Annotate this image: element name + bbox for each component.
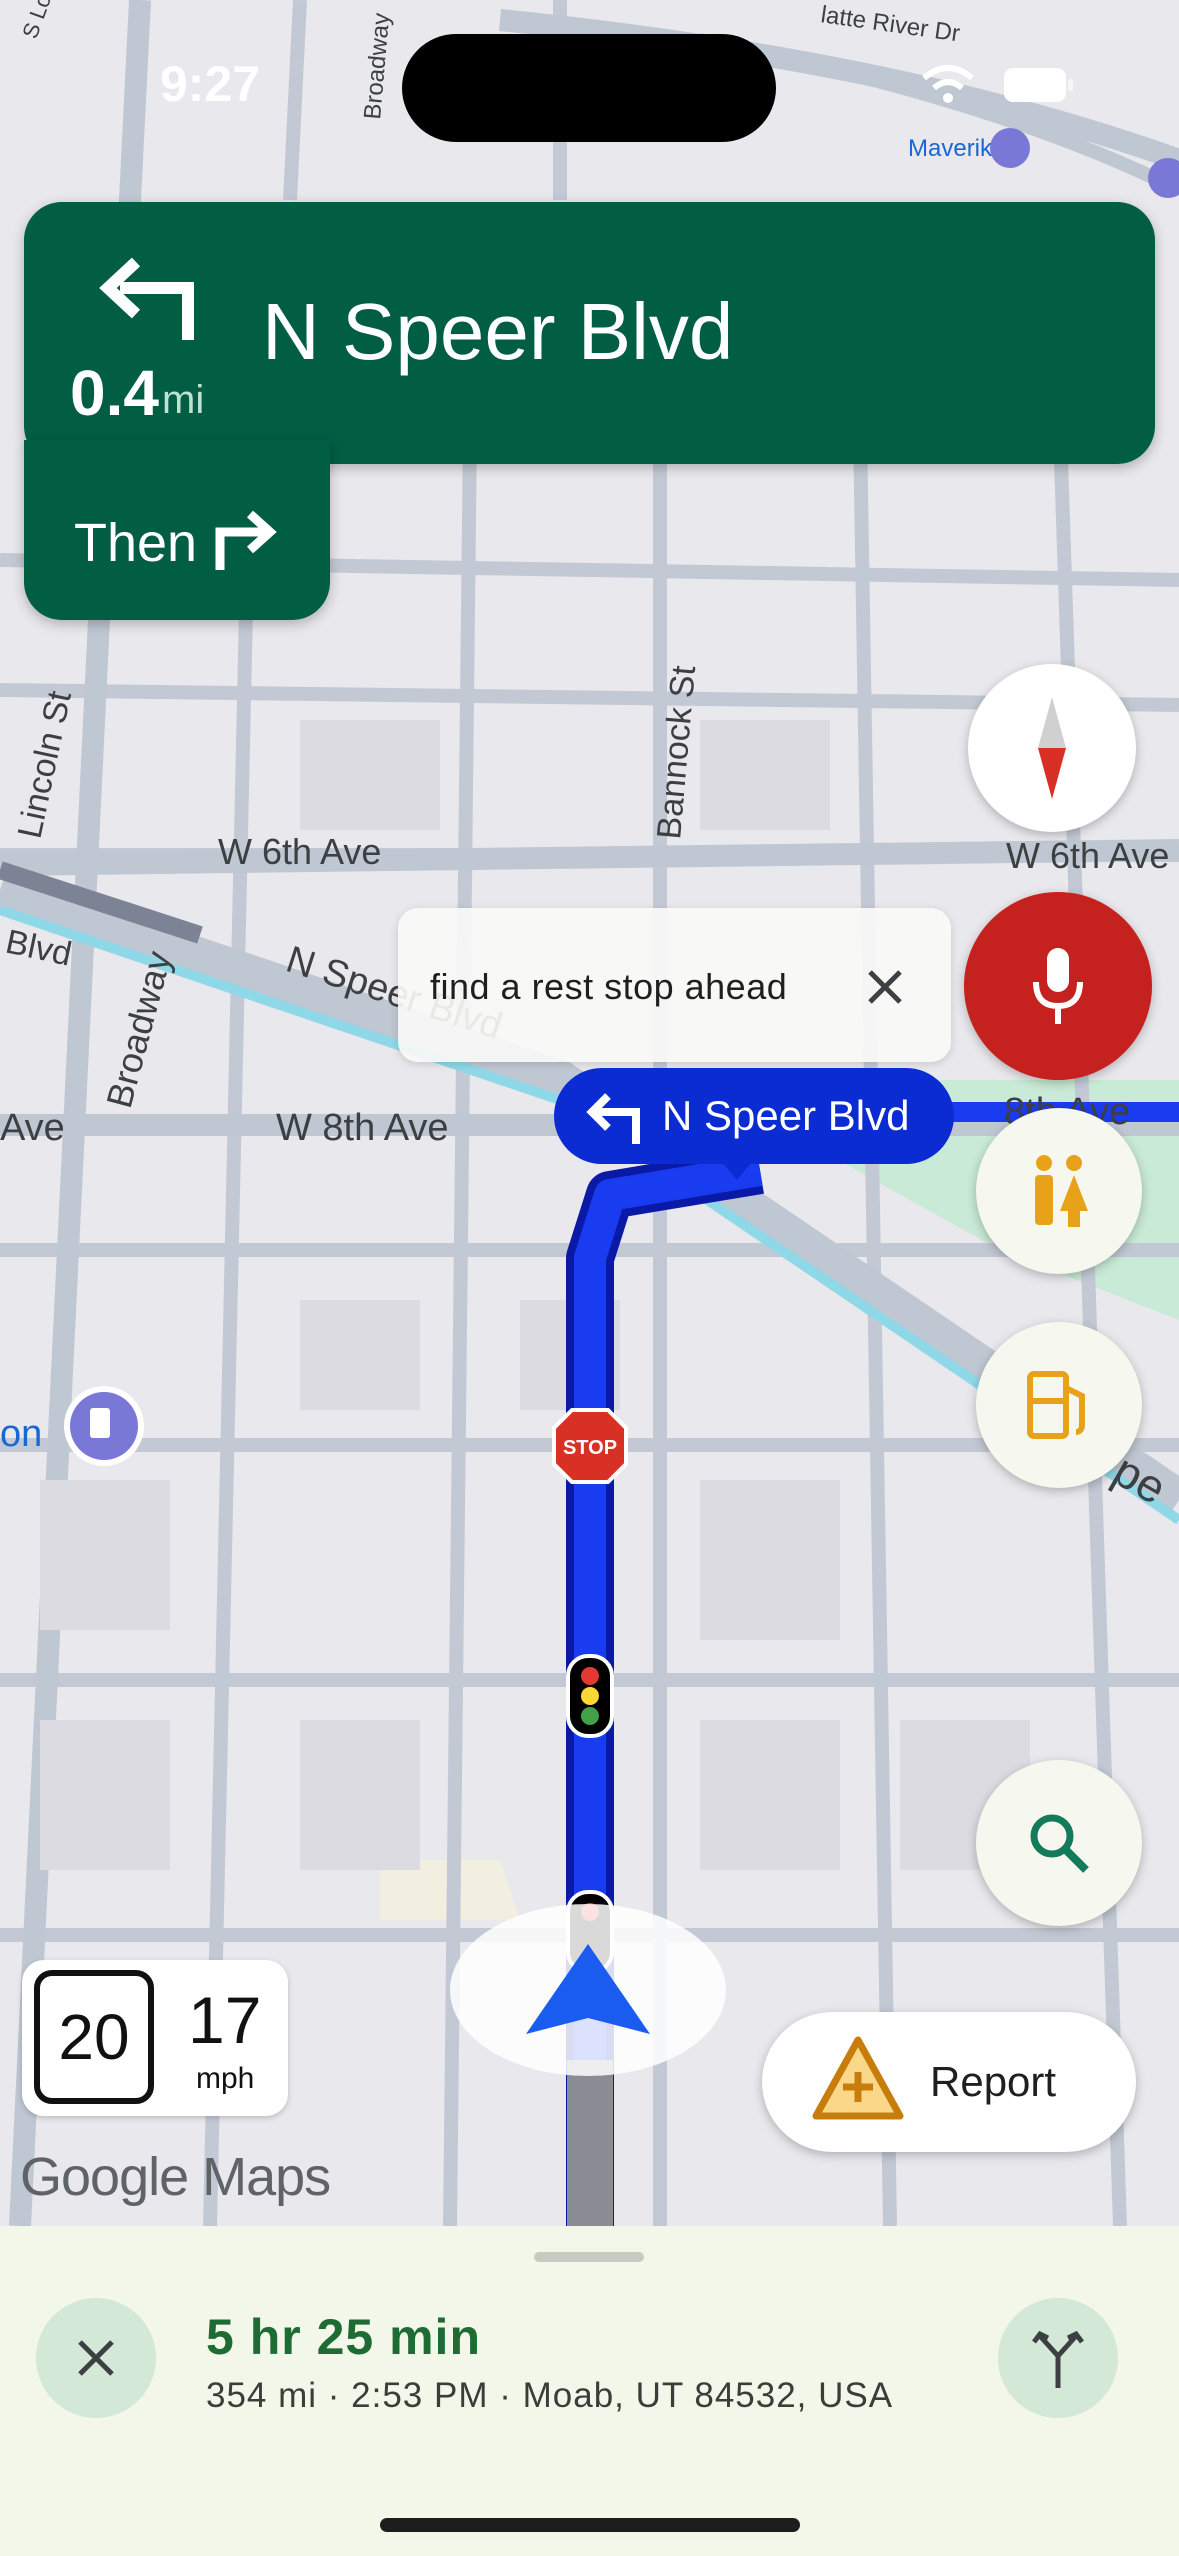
trip-summary: 354 mi · 2:53 PM · Moab, UT 84532, USA (206, 2376, 894, 2415)
turn-distance-unit: mi (162, 378, 205, 422)
map-label-w6th: W 6th Ave (218, 831, 381, 872)
map-label-on: on (0, 1413, 42, 1455)
speed-limit: 20 (34, 1970, 154, 2104)
dynamic-island (402, 34, 776, 142)
route-street-name: N Speer Blvd (662, 1092, 910, 1139)
gas-station-button[interactable] (976, 1322, 1142, 1488)
google-maps-logo: Google Maps (20, 2147, 331, 2207)
map-label-ave: Ave (0, 1107, 65, 1149)
stop-sign-icon: STOP (552, 1408, 628, 1484)
turn-left-icon (90, 244, 200, 349)
speed-unit: mph (196, 2062, 255, 2095)
then-label: Then (74, 513, 198, 573)
current-location-arrow-icon (450, 1904, 726, 2076)
map-label-w6th-east: W 6th Ave (1006, 835, 1169, 876)
svg-text:STOP: STOP (563, 1437, 617, 1459)
report-warning-icon (810, 2034, 906, 2129)
map-label-w8th: W 8th Ave (276, 1107, 449, 1149)
compass-button[interactable] (968, 664, 1136, 832)
exit-navigation-button[interactable] (36, 2298, 156, 2418)
eta-duration: 5 hr 25 min (206, 2309, 481, 2365)
gas-pump-icon (1027, 1371, 1085, 1439)
turn-street-name: N Speer Blvd (262, 287, 734, 376)
traffic-light-icon (566, 1654, 614, 1738)
turn-right-icon (210, 508, 280, 579)
home-indicator[interactable] (380, 2518, 800, 2532)
search-icon (1030, 1814, 1089, 1873)
status-time: 9:27 (160, 56, 261, 112)
voice-search-button[interactable] (964, 892, 1152, 1080)
rest-stop-button[interactable] (976, 1108, 1142, 1274)
close-suggestion-icon[interactable] (864, 966, 906, 1013)
microphone-icon (1033, 948, 1083, 1024)
battery-icon (1004, 68, 1074, 107)
compass-icon (1038, 697, 1066, 799)
route-turn-left-icon (582, 1086, 644, 1151)
close-icon (78, 2340, 114, 2376)
route-options-icon (1032, 2330, 1084, 2388)
alternate-routes-button[interactable] (998, 2298, 1118, 2418)
voice-suggestion-text: find a rest stop ahead (430, 966, 788, 1007)
current-speed: 17 (188, 1983, 262, 2057)
report-label: Report (930, 2058, 1057, 2105)
restroom-icon (1035, 1155, 1088, 1227)
turn-distance: 0.4 (70, 357, 159, 429)
wifi-icon (920, 64, 976, 109)
gas-station-pin[interactable] (64, 1386, 144, 1466)
search-button[interactable] (976, 1760, 1142, 1926)
map-label-maverik: Maverik (908, 135, 993, 162)
panel-drag-handle[interactable] (534, 2252, 644, 2262)
